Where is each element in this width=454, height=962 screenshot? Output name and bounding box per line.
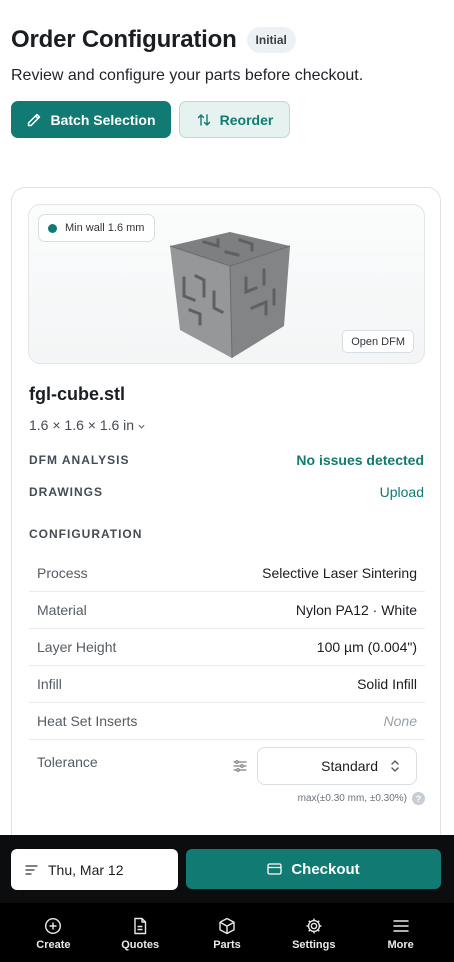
pencil-icon bbox=[28, 113, 41, 126]
drawings-label: DRAWINGS bbox=[29, 485, 103, 499]
config-value: Nylon PA12 · White bbox=[295, 602, 417, 618]
gear-icon bbox=[306, 918, 322, 934]
title-row: Order Configuration Initial bbox=[11, 26, 443, 54]
tab-label: Settings bbox=[292, 939, 336, 951]
tab-create[interactable]: Create bbox=[18, 903, 88, 962]
tolerance-select[interactable]: Standard bbox=[257, 747, 417, 785]
checkout-button[interactable]: Checkout bbox=[186, 849, 441, 889]
config-label: Process bbox=[37, 565, 88, 581]
credit-card-icon bbox=[267, 863, 282, 875]
action-buttons: Batch Selection Reorder bbox=[11, 101, 443, 138]
part-dimensions-dropdown[interactable]: 1.6 × 1.6 × 1.6 in bbox=[29, 417, 146, 433]
delivery-date-label: Thu, Mar 12 bbox=[48, 861, 124, 878]
sliders-icon[interactable] bbox=[233, 759, 247, 773]
page-subtitle: Review and configure your parts before c… bbox=[11, 67, 364, 84]
checkout-bar: Thu, Mar 12 Checkout bbox=[0, 835, 454, 903]
config-value: Solid Infill bbox=[357, 676, 417, 692]
drawings-row: DRAWINGS Upload bbox=[29, 484, 424, 500]
config-value: Selective Laser Sintering bbox=[262, 565, 417, 581]
tab-label: Create bbox=[36, 939, 71, 951]
tab-label: Parts bbox=[213, 939, 241, 951]
configuration-table: Process Selective Laser Sintering Materi… bbox=[29, 555, 425, 740]
page-header: Order Configuration Initial Review and c… bbox=[11, 26, 443, 138]
tab-label: Quotes bbox=[121, 939, 160, 951]
config-row-infill[interactable]: Infill Solid Infill bbox=[29, 666, 425, 703]
reorder-arrows-icon bbox=[197, 113, 210, 126]
tab-more[interactable]: More bbox=[366, 903, 436, 962]
chevron-down-icon bbox=[138, 424, 145, 429]
document-icon bbox=[134, 917, 147, 935]
config-value: 100 µm (0.004") bbox=[316, 639, 417, 655]
config-value: None bbox=[383, 713, 417, 729]
open-dfm-button[interactable]: Open DFM bbox=[342, 330, 414, 353]
config-row-heat-set-inserts[interactable]: Heat Set Inserts None bbox=[29, 703, 425, 740]
tab-label: More bbox=[387, 939, 414, 951]
min-wall-chip: Min wall 1.6 mm bbox=[38, 214, 156, 242]
config-row-layer-height[interactable]: Layer Height 100 µm (0.004") bbox=[29, 629, 425, 666]
menu-icon bbox=[392, 920, 409, 932]
reorder-label: Reorder bbox=[219, 111, 274, 128]
dfm-analysis-label: DFM ANALYSIS bbox=[29, 453, 130, 467]
tab-settings[interactable]: Settings bbox=[279, 903, 349, 962]
plus-circle-icon bbox=[45, 917, 62, 935]
config-label: Heat Set Inserts bbox=[37, 713, 138, 729]
tolerance-note-text: max(±0.30 mm, ±0.30%) bbox=[297, 793, 407, 804]
tolerance-value: Standard bbox=[321, 758, 378, 774]
config-row-process[interactable]: Process Selective Laser Sintering bbox=[29, 555, 425, 592]
chevron-up-down-icon bbox=[391, 760, 399, 772]
part-filename: fgl-cube.stl bbox=[29, 384, 126, 404]
part-dimensions: 1.6 × 1.6 × 1.6 in bbox=[29, 417, 135, 433]
config-label: Infill bbox=[37, 676, 62, 692]
tolerance-label: Tolerance bbox=[37, 754, 98, 770]
dfm-analysis-status: No issues detected bbox=[296, 452, 424, 468]
config-row-material[interactable]: Material Nylon PA12 · White bbox=[29, 592, 425, 629]
min-wall-label: Min wall 1.6 mm bbox=[65, 222, 145, 234]
bottom-tab-bar: Create Quotes Parts Settings More bbox=[0, 903, 454, 962]
tab-parts[interactable]: Parts bbox=[192, 903, 262, 962]
cube-model-image bbox=[169, 232, 291, 359]
tab-quotes[interactable]: Quotes bbox=[105, 903, 175, 962]
status-dot-icon bbox=[48, 223, 57, 233]
checkout-label: Checkout bbox=[291, 860, 360, 878]
batch-selection-label: Batch Selection bbox=[50, 111, 156, 128]
batch-selection-button[interactable]: Batch Selection bbox=[11, 101, 171, 138]
cube-icon bbox=[219, 917, 235, 935]
config-label: Layer Height bbox=[37, 639, 117, 655]
delivery-date-button[interactable]: Thu, Mar 12 bbox=[11, 849, 178, 890]
dfm-analysis-row: DFM ANALYSIS No issues detected bbox=[29, 452, 424, 468]
part-preview[interactable]: Min wall 1.6 mm Open DFM bbox=[28, 204, 425, 364]
reorder-button[interactable]: Reorder bbox=[179, 101, 290, 138]
config-label: Material bbox=[37, 602, 87, 618]
configuration-title: CONFIGURATION bbox=[29, 527, 143, 541]
help-icon[interactable]: ? bbox=[412, 792, 425, 805]
status-badge: Initial bbox=[246, 27, 296, 53]
upload-drawings-link[interactable]: Upload bbox=[380, 484, 424, 500]
part-card: Min wall 1.6 mm Open DFM fgl-cube.stl 1.… bbox=[11, 187, 441, 847]
tolerance-note: max(±0.30 mm, ±0.30%) ? bbox=[298, 792, 425, 805]
filter-lines-icon bbox=[25, 864, 38, 875]
page-title: Order Configuration bbox=[11, 26, 237, 53]
